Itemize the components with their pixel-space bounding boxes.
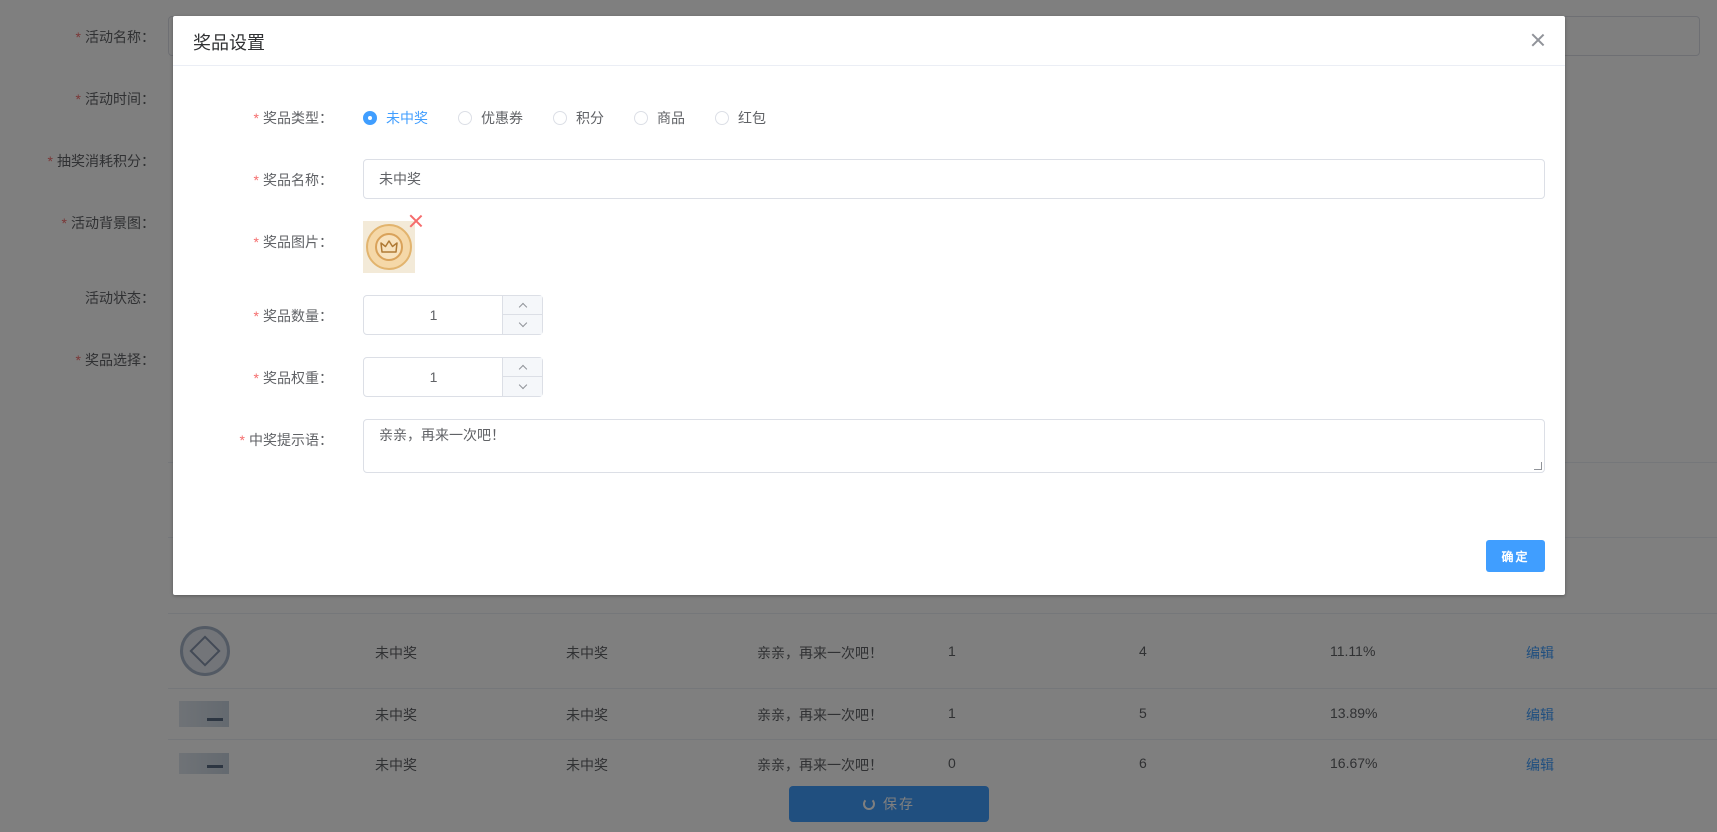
prize-settings-dialog: 奖品设置 *奖品类型： 未中奖 优惠券 积分 商品 红包 *奖品名称： *奖品图… [173,16,1565,595]
increase-button[interactable] [503,296,542,315]
stepper-controls [502,296,542,334]
label-prize-quantity: * 奖品数量： [253,308,333,324]
close-icon[interactable] [1531,33,1545,47]
radio-coupon[interactable]: 优惠券 [458,108,523,128]
win-tip-textarea[interactable]: 亲亲，再来一次吧！ [363,419,1545,473]
chevron-down-icon [518,318,527,328]
radio-no-prize[interactable]: 未中奖 [363,108,428,128]
confirm-button[interactable]: 确定 [1486,540,1545,572]
chevron-up-icon [518,364,527,373]
radio-points[interactable]: 积分 [553,108,604,128]
dialog-header: 奖品设置 [173,16,1565,66]
label-prize-weight: * 奖品权重： [253,370,333,386]
radio-dot [363,111,377,125]
crown-coin-icon [366,224,412,270]
label-prize-type: * 奖品类型： [253,110,333,126]
chevron-down-icon [518,380,527,390]
weight-value[interactable]: 1 [364,358,503,396]
weight-stepper[interactable]: 1 [363,357,543,397]
quantity-stepper[interactable]: 1 [363,295,543,335]
label-prize-image: * 奖品图片： [253,234,333,250]
prize-image-preview[interactable] [363,221,415,273]
prize-name-input[interactable] [363,159,1545,199]
chevron-up-icon [518,302,527,311]
label-win-tip: * 中奖提示语： [239,432,333,448]
stepper-controls [502,358,542,396]
label-prize-name: * 奖品名称： [253,172,333,188]
prize-type-radio-group: 未中奖 优惠券 积分 商品 红包 [363,108,796,128]
decrease-button[interactable] [503,315,542,334]
radio-dot [715,111,729,125]
radio-red-packet[interactable]: 红包 [715,108,766,128]
resize-handle[interactable] [1534,462,1542,470]
radio-goods[interactable]: 商品 [634,108,685,128]
decrease-button[interactable] [503,377,542,396]
radio-dot [553,111,567,125]
radio-dot [458,111,472,125]
dialog-title: 奖品设置 [193,33,265,53]
increase-button[interactable] [503,358,542,377]
quantity-value[interactable]: 1 [364,296,503,334]
remove-image-icon[interactable] [409,214,423,228]
radio-dot [634,111,648,125]
